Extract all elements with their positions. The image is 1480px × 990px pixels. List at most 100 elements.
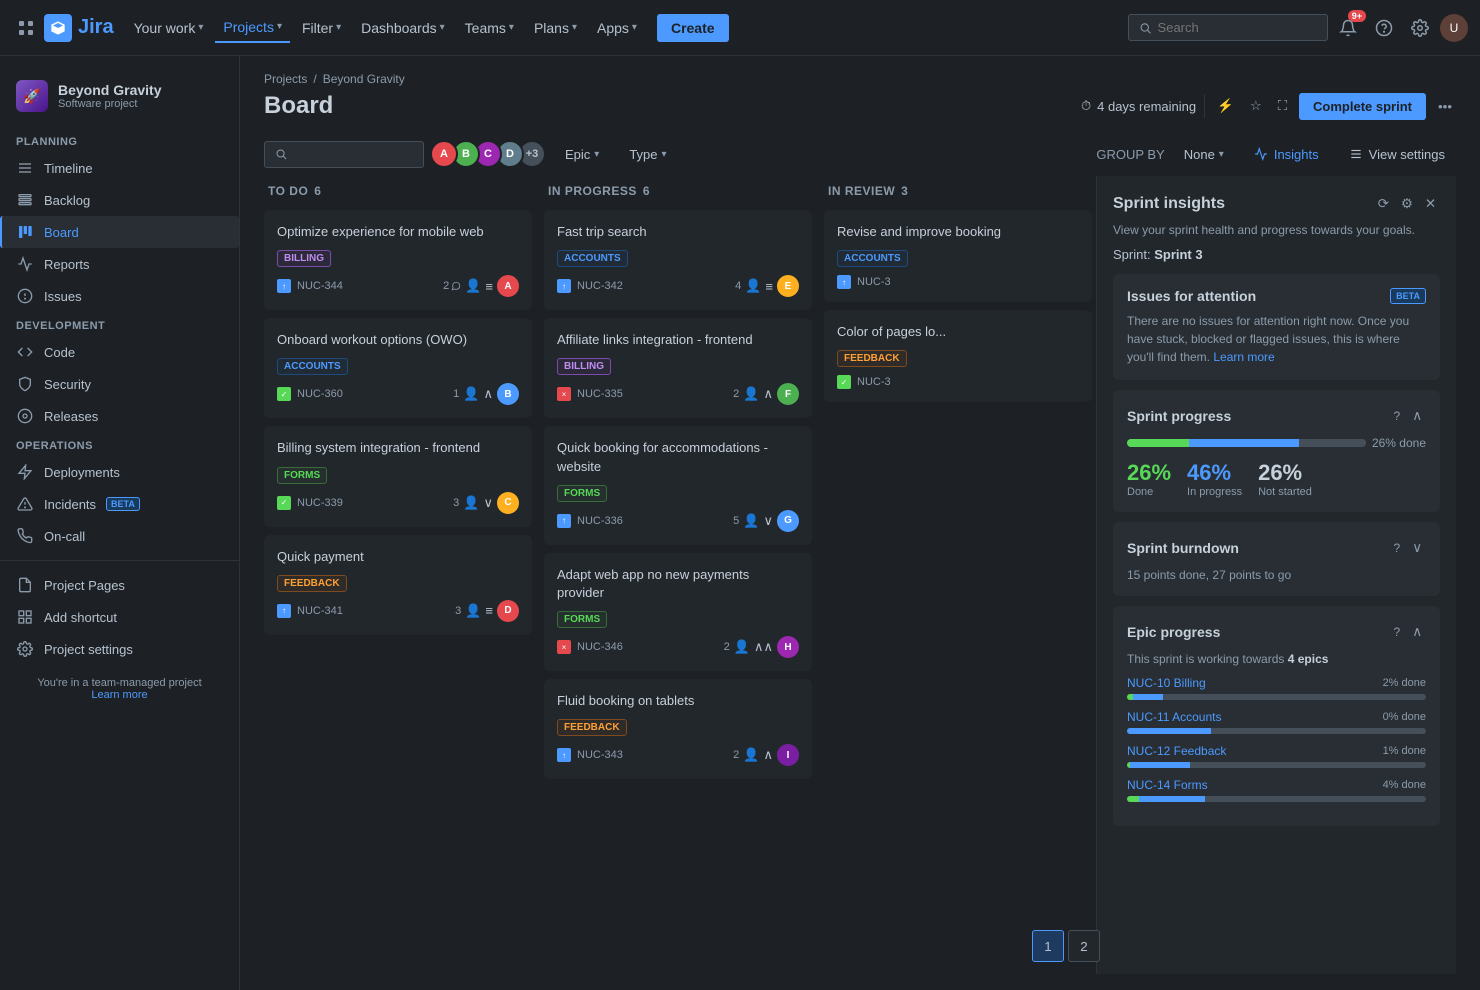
card-tag: ACCOUNTS — [277, 358, 348, 375]
nav-dashboards[interactable]: Dashboards ▾ — [353, 14, 453, 42]
breadcrumb-project[interactable]: Beyond Gravity — [323, 72, 405, 86]
epic-feedback-link[interactable]: NUC-12 Feedback — [1127, 744, 1226, 758]
nav-teams[interactable]: Teams ▾ — [457, 14, 522, 42]
sidebar-item-backlog[interactable]: Backlog — [0, 184, 239, 216]
more-actions-button[interactable]: ••• — [1434, 95, 1456, 118]
issue-id: NUC-360 — [297, 388, 343, 400]
epic-filter[interactable]: Epic ▾ — [554, 141, 610, 168]
column-inprogress-count: 6 — [643, 184, 650, 198]
sidebar-item-timeline[interactable]: Timeline — [0, 152, 239, 184]
board-search-box[interactable] — [264, 141, 424, 168]
learn-more-link[interactable]: Learn more — [1213, 350, 1274, 364]
card-title: Adapt web app no new payments provider — [557, 566, 799, 602]
card-nuc-346[interactable]: Adapt web app no new payments provider F… — [544, 553, 812, 671]
nav-your-work[interactable]: Your work ▾ — [126, 14, 212, 42]
card-nuc-343[interactable]: Fluid booking on tablets FEEDBACK ↑ NUC-… — [544, 679, 812, 779]
card-nuc-344[interactable]: Optimize experience for mobile web BILLI… — [264, 210, 532, 310]
nav-plans[interactable]: Plans ▾ — [526, 14, 585, 42]
sidebar-item-releases[interactable]: Releases — [0, 400, 239, 432]
epic-forms-link[interactable]: NUC-14 Forms — [1127, 778, 1208, 792]
grid-icon[interactable] — [12, 14, 40, 42]
epic-accounts-link[interactable]: NUC-11 Accounts — [1127, 710, 1221, 724]
jira-logo[interactable]: Jira — [44, 14, 114, 42]
card-footer: × NUC-346 2 👤 ∧∧ H — [557, 636, 799, 658]
expand-icon[interactable]: ∨ — [1408, 536, 1426, 560]
card-meta: 3 👤 ∨ C — [453, 492, 519, 514]
type-filter[interactable]: Type ▾ — [618, 141, 677, 168]
view-settings-button[interactable]: View settings — [1338, 141, 1456, 168]
sidebar-item-issues[interactable]: Issues — [0, 280, 239, 312]
person-icon: 👤 — [743, 513, 759, 529]
epic-billing-link[interactable]: NUC-10 Billing — [1127, 676, 1206, 690]
board-toolbar: A B C D +3 Epic ▾ Type ▾ GROUP BY None ▾ — [240, 132, 1480, 176]
card-nuc-341[interactable]: Quick payment FEEDBACK ↑ NUC-341 3 👤 ≡ D — [264, 535, 532, 635]
sidebar-item-project-settings[interactable]: Project settings — [0, 633, 239, 665]
column-inreview: IN REVIEW 3 Revise and improve booking A… — [824, 176, 1092, 974]
card-tag: ACCOUNTS — [837, 250, 908, 267]
notifications-button[interactable]: 9+ — [1332, 12, 1364, 44]
person-icon: 👤 — [743, 386, 759, 402]
search-input[interactable] — [1158, 20, 1317, 35]
sidebar-item-deployments[interactable]: Deployments — [0, 456, 239, 488]
stat-notstarted-label: Not started — [1258, 486, 1312, 498]
user-avatar[interactable]: U — [1440, 14, 1468, 42]
refresh-icon[interactable]: ⟳ — [1374, 192, 1393, 216]
issue-id: NUC-3 — [857, 276, 891, 288]
card-nuc-336[interactable]: Quick booking for accommodations - websi… — [544, 426, 812, 544]
card-footer: ↑ NUC-341 3 👤 ≡ D — [277, 600, 519, 622]
search-box[interactable] — [1128, 14, 1328, 41]
card-title: Fluid booking on tablets — [557, 692, 799, 710]
settings-icon[interactable]: ⚙ — [1397, 192, 1417, 216]
insights-button[interactable]: Insights — [1243, 141, 1330, 168]
star-button[interactable]: ☆ — [1246, 94, 1266, 118]
sprint-insights-panel: Sprint insights ⟳ ⚙ ✕ View your sprint h… — [1096, 176, 1456, 974]
column-inreview-count: 3 — [901, 184, 908, 198]
complete-sprint-button[interactable]: Complete sprint — [1299, 93, 1426, 120]
nav-apps[interactable]: Apps ▾ — [589, 14, 645, 42]
collapse-icon[interactable]: ∧ — [1408, 404, 1426, 428]
backlog-icon — [16, 191, 34, 209]
sidebar-item-incidents[interactable]: Incidents BETA — [0, 488, 239, 520]
card-footer: ✓ NUC-360 1 👤 ∧ B — [277, 383, 519, 405]
card-review-1[interactable]: Revise and improve booking ACCOUNTS ↑ NU… — [824, 210, 1092, 302]
card-nuc-339[interactable]: Billing system integration - frontend FO… — [264, 426, 532, 526]
board-header: Projects / Beyond Gravity Board ⏱ 4 days… — [240, 56, 1480, 132]
card-nuc-360[interactable]: Onboard workout options (OWO) ACCOUNTS ✓… — [264, 318, 532, 418]
board-icon — [16, 223, 34, 241]
card-nuc-342[interactable]: Fast trip search ACCOUNTS ↑ NUC-342 4 👤 … — [544, 210, 812, 310]
help-icon[interactable]: ? — [1390, 537, 1405, 559]
main-content: Projects / Beyond Gravity Board ⏱ 4 days… — [240, 56, 1480, 990]
card-title: Quick payment — [277, 548, 519, 566]
card-tag: FORMS — [557, 611, 607, 628]
sidebar-item-reports[interactable]: Reports — [0, 248, 239, 280]
fullscreen-button[interactable]: ⛶ — [1274, 94, 1291, 118]
create-button[interactable]: Create — [657, 14, 729, 42]
sidebar-item-board[interactable]: Board — [0, 216, 239, 248]
help-icon[interactable]: ? — [1390, 621, 1405, 643]
sidebar-item-project-pages[interactable]: Project Pages — [0, 569, 239, 601]
board-search-input[interactable] — [293, 147, 413, 162]
sidebar-item-oncall[interactable]: On-call — [0, 520, 239, 552]
card-review-2[interactable]: Color of pages lo... FEEDBACK ✓ NUC-3 — [824, 310, 1092, 402]
sidebar-item-add-shortcut[interactable]: Add shortcut — [0, 601, 239, 633]
help-icon[interactable]: ? — [1390, 405, 1405, 427]
avatar-1[interactable]: A — [430, 140, 458, 168]
page-2-button[interactable]: 2 — [1068, 930, 1096, 962]
issue-type-icon: ↑ — [277, 604, 291, 618]
close-icon[interactable]: ✕ — [1421, 192, 1440, 216]
card-nuc-335[interactable]: Affiliate links integration - frontend B… — [544, 318, 812, 418]
nav-filter[interactable]: Filter ▾ — [294, 14, 349, 42]
learn-more-link[interactable]: Learn more — [91, 689, 147, 701]
breadcrumb-projects[interactable]: Projects — [264, 72, 307, 86]
card-avatar: A — [497, 275, 519, 297]
page-1-button[interactable]: 1 — [1032, 930, 1064, 962]
sidebar-item-security[interactable]: Security — [0, 368, 239, 400]
sidebar-item-code[interactable]: Code — [0, 336, 239, 368]
collapse-icon[interactable]: ∧ — [1408, 620, 1426, 644]
lightning-button[interactable]: ⚡ — [1213, 94, 1238, 118]
settings-button[interactable] — [1404, 12, 1436, 44]
nav-projects[interactable]: Projects ▾ — [215, 13, 290, 43]
group-by-select[interactable]: None ▾ — [1173, 141, 1235, 168]
card-meta: 1 👤 ∧ B — [453, 383, 519, 405]
help-button[interactable] — [1368, 12, 1400, 44]
